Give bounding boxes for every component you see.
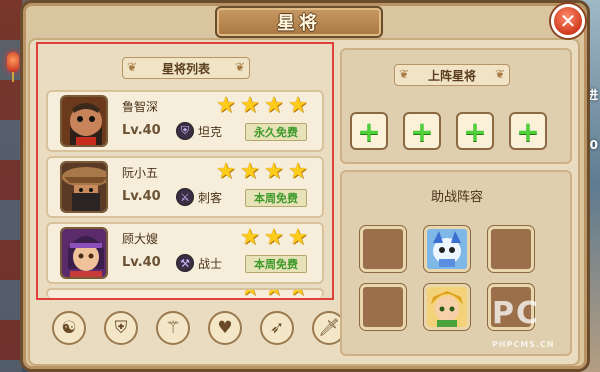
hero-level: Lv.40 [122,123,161,138]
watermark: PC PHPCMS.CN [492,296,580,356]
star-icon: ★ [288,159,308,184]
hero-level: Lv.40 [122,255,161,270]
monster-avatar [427,229,467,269]
hero-stars: ★ ★ ★ [240,227,310,249]
staff-icon[interactable]: ⚚ [156,311,190,345]
hero-role: ⚒ 战士 [176,254,222,272]
star-icon: ★ [288,93,308,118]
hero-level: Lv.40 [122,189,161,204]
star-icon: ★ [216,159,236,184]
star-icon: ★ [216,93,236,118]
hero-avatar [60,227,108,279]
star-icon: ★ [264,159,284,184]
hero-role-label: 坦克 [198,124,223,139]
lantern-icon [7,52,19,82]
star-icon: ★ [240,159,260,184]
hero-status-badge: 永久免费 [245,123,307,141]
dialog-title: 星将 [277,13,321,34]
support-slot-empty[interactable] [360,226,406,272]
hero-row[interactable]: 顾大嫂 ★ ★ ★ Lv.40 ⚒ 战士 本周免费 [46,222,324,284]
star-icon: ★ [288,225,308,250]
star-icon: ★ [240,93,260,118]
watermark-site: PHPCMS.CN [492,340,555,349]
star-icon: ★ [288,290,310,298]
heart-icon[interactable]: ♥ [208,311,242,345]
hero-role-label: 战士 [198,256,223,271]
hero-name: 鲁智深 [122,100,159,114]
hero-row[interactable]: 鲁智深 ★ ★ ★ ★ Lv.40 ⛨ 坦克 永久免费 [46,90,324,152]
star-icon: ★ [240,290,262,298]
hero-row[interactable]: 阮小五 ★ ★ ★ ★ Lv.40 ⚔ 刺客 本周免费 [46,156,324,218]
hero-list-title: 星将列表 [122,57,250,79]
active-heroes-title: 上阵星将 [394,64,510,86]
hero-stars: ★ ★ ★ ★ [216,161,310,183]
support-slot-filled[interactable] [424,284,470,330]
dagger-icon: ⚔ [176,188,194,206]
role-filter-bar: ☯ ⛨ ⚚ ♥ ➶ 🗡 [52,311,346,345]
dialog-title-bar: 星将 [215,6,383,38]
hero-role: ⚔ 刺客 [176,188,222,206]
hero-avatar [60,95,108,147]
shield-icon[interactable]: ⛨ [104,311,138,345]
watermark-logo: PC [492,296,541,331]
hero-avatar [60,161,108,213]
hero-name: 阮小五 [122,166,159,180]
hero-stars: ★ ★ ★ [240,290,310,298]
hero-avatar [427,287,467,327]
support-slot-empty[interactable] [360,284,406,330]
hero-role: ⛨ 坦克 [176,122,222,140]
yin-yang-icon[interactable]: ☯ [52,311,86,345]
bow-icon[interactable]: ➶ [260,311,294,345]
support-lineup-title: 助战阵容 [430,190,483,205]
star-icon: ★ [264,225,284,250]
support-slot-filled[interactable] [424,226,470,272]
hero-name: 顾大嫂 [122,232,159,246]
star-icon: ★ [264,93,284,118]
support-slot-empty[interactable] [488,226,534,272]
star-icon: ★ [240,225,260,250]
hero-stars: ★ ★ ★ ★ [216,95,310,117]
hero-row-partial[interactable]: ★ ★ ★ [46,288,324,298]
add-hero-button[interactable]: + [509,112,547,150]
add-hero-button[interactable]: + [403,112,441,150]
star-icon: ★ [264,290,286,298]
hero-status-badge: 本周免费 [245,189,307,207]
sword-icon: ⚒ [176,254,194,272]
hero-role-label: 刺客 [198,190,223,205]
close-icon[interactable]: ✕ [551,4,585,38]
hero-status-badge: 本周免费 [245,255,307,273]
shield-icon: ⛨ [176,122,194,140]
add-hero-button[interactable]: + [350,112,388,150]
add-hero-button[interactable]: + [456,112,494,150]
